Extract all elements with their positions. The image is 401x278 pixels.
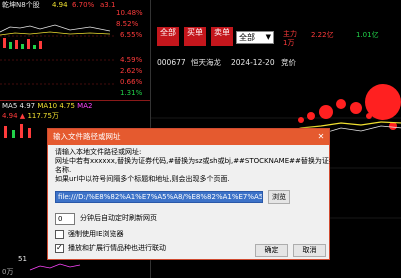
filter-select[interactable]: 全部 ▼ bbox=[236, 31, 274, 44]
panel-divider bbox=[0, 100, 150, 101]
url-input[interactable]: file:///D:/%E8%82%A1%E7%A5%A8/%E8%82%A1%… bbox=[55, 191, 263, 203]
current-price: 4.94 bbox=[52, 1, 68, 9]
ma10-label: MA10 bbox=[37, 102, 58, 110]
intraday-chart bbox=[0, 24, 115, 85]
cancel-button[interactable]: 取消 bbox=[293, 244, 326, 257]
change-abs: a3.1 bbox=[100, 1, 116, 9]
stock-title: 乾坤N8个股 bbox=[2, 1, 40, 9]
trade-date: 2024-12-20 bbox=[231, 58, 275, 67]
ok-button[interactable]: 确定 bbox=[255, 244, 288, 257]
stock-code: 000677 bbox=[157, 58, 186, 67]
instruction-line-2: 网址中若有xxxxxx,替换为证券代码,#替换为sz或sh或bj,##STOCK… bbox=[55, 157, 336, 165]
url-input-dialog: 输入文件路径或网址 ✕ 请输入本地文件路径或网址: 网址中若有xxxxxx,替换… bbox=[47, 128, 336, 260]
tab-sell[interactable]: 卖单 bbox=[211, 27, 233, 46]
tab-buy[interactable]: 买单 bbox=[184, 27, 206, 46]
refresh-minutes-input[interactable]: 0 bbox=[55, 213, 75, 225]
mini-value: 1万 bbox=[283, 39, 295, 47]
linkage-label: 播放和扩展行情品种也进行联动 bbox=[68, 244, 166, 252]
linkage-checkbox[interactable] bbox=[55, 243, 64, 253]
ma5-value: 4.97 bbox=[19, 102, 36, 110]
mini-label: 主力 bbox=[283, 30, 297, 38]
tab-all[interactable]: 全部 bbox=[157, 27, 179, 46]
buy-amount: 2.22亿 bbox=[311, 31, 334, 39]
ma10-value: 4.75 bbox=[59, 102, 75, 110]
change-percent: 6.70% bbox=[72, 1, 95, 9]
filter-select-value: 全部 bbox=[239, 33, 255, 42]
stock-name: 恒天海龙 bbox=[191, 58, 221, 67]
force-ie-checkbox[interactable] bbox=[55, 230, 64, 239]
sell-amount: 1.01亿 bbox=[356, 31, 379, 39]
browse-button[interactable]: 浏览 bbox=[268, 190, 290, 204]
close-icon[interactable]: ✕ bbox=[316, 132, 326, 142]
instruction-line-3: 名称. bbox=[55, 166, 72, 174]
trade-status: 竞价 bbox=[281, 58, 296, 67]
ma20-label: MA2 bbox=[77, 102, 93, 110]
instruction-line-1: 请输入本地文件路径或网址: bbox=[55, 148, 142, 156]
ma5-label: MA5 bbox=[2, 102, 18, 110]
dialog-title-bar[interactable]: 输入文件路径或网址 bbox=[48, 129, 329, 145]
chevron-down-icon: ▼ bbox=[265, 33, 271, 41]
dialog-title: 输入文件路径或网址 bbox=[53, 132, 121, 141]
force-ie-label: 强制使用IE浏览器 bbox=[68, 230, 124, 238]
instruction-line-4: 如果url中以符号间隔多个标题和地址,则会出现多个页面. bbox=[55, 175, 230, 183]
refresh-minutes-label: 分钟后自动定时刷新网页 bbox=[80, 214, 157, 222]
ma-line: MA5 4.97 MA10 4.75 MA2 bbox=[2, 102, 92, 111]
